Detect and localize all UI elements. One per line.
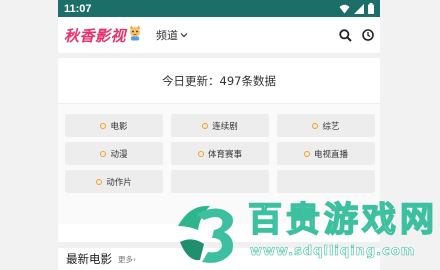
battery-icon xyxy=(368,3,374,14)
screen: 11:07 秋香影视 频道 今日更新：497条数据 电影 连续剧 综艺 动漫 体… xyxy=(0,0,440,270)
header-actions xyxy=(339,28,374,42)
status-bar: 11:07 xyxy=(58,0,380,17)
dot-icon xyxy=(100,122,107,129)
more-link[interactable]: 更多› xyxy=(118,254,136,265)
app-logo[interactable]: 秋香影视 xyxy=(64,25,126,46)
category-label: 动作片 xyxy=(106,177,132,188)
category-label: 连续剧 xyxy=(212,121,238,132)
mascot-icon xyxy=(128,25,142,45)
dot-icon xyxy=(312,122,319,129)
status-icons xyxy=(339,3,374,14)
channel-label: 频道 xyxy=(156,29,179,42)
status-time: 11:07 xyxy=(64,2,92,15)
category-sports[interactable]: 体育赛事 xyxy=(171,142,269,165)
watermark-brand: 百贵游戏网 xyxy=(247,199,438,241)
update-notice: 今日更新：497条数据 xyxy=(58,58,380,104)
category-label: 体育赛事 xyxy=(207,149,242,160)
app-header: 秋香影视 频道 xyxy=(58,17,380,53)
dot-icon xyxy=(202,122,209,129)
history-clock-icon[interactable] xyxy=(362,29,374,41)
watermark-url: www.sdqlliqing.com xyxy=(250,244,416,260)
category-series[interactable]: 连续剧 xyxy=(171,114,269,137)
category-variety[interactable]: 综艺 xyxy=(277,114,375,137)
category-label: 电视直播 xyxy=(313,149,348,160)
dot-icon xyxy=(96,178,103,185)
category-grid: 电影 连续剧 综艺 动漫 体育赛事 电视直播 动作片 xyxy=(65,114,375,193)
category-label: 动漫 xyxy=(110,149,128,160)
cell-signal-icon xyxy=(354,3,364,14)
category-tv-live[interactable]: 电视直播 xyxy=(277,142,375,165)
channel-dropdown[interactable]: 频道 xyxy=(156,27,188,43)
section-title: 最新电影 xyxy=(66,252,112,266)
category-action[interactable]: 动作片 xyxy=(65,170,163,193)
category-label: 电影 xyxy=(110,121,128,132)
category-label: 综艺 xyxy=(322,121,340,132)
category-placeholder xyxy=(277,170,375,193)
search-icon[interactable] xyxy=(339,28,352,42)
category-placeholder xyxy=(171,170,269,193)
wifi-icon xyxy=(339,4,350,13)
watermark-logo-icon xyxy=(178,205,233,263)
dot-icon xyxy=(303,150,310,157)
category-movie[interactable]: 电影 xyxy=(65,114,163,137)
dot-icon xyxy=(197,150,204,157)
chevron-down-icon xyxy=(180,33,188,38)
watermark: 百贵游戏网 www.sdqlliqing.com xyxy=(170,196,440,270)
dot-icon xyxy=(100,150,107,157)
category-anime[interactable]: 动漫 xyxy=(65,142,163,165)
